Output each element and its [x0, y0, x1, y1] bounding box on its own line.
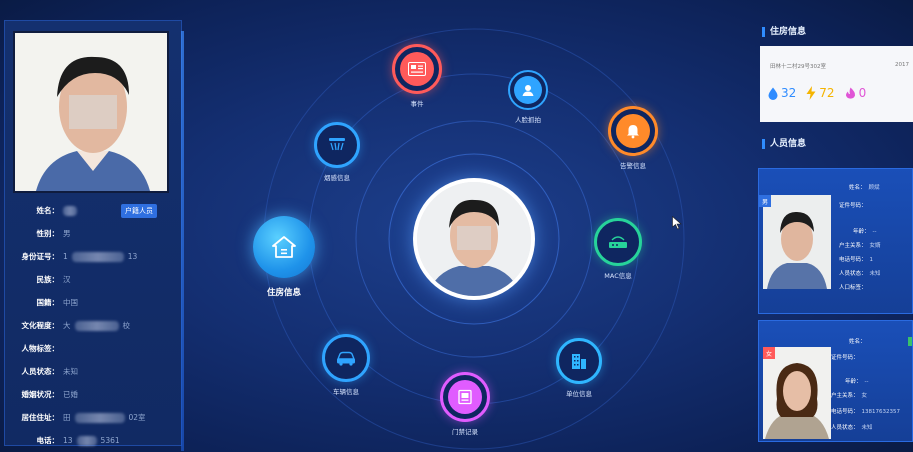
info-row-phone: 电话： 13 5361	[36, 435, 120, 446]
status-indicator	[908, 337, 912, 346]
gender-badge-1: 男	[759, 195, 771, 207]
utility-stats: 32 72 0	[768, 86, 866, 100]
info-row-id: 身份证号： 1 13	[21, 251, 138, 262]
node-unit[interactable]: 单位信息	[556, 338, 602, 398]
node-smoke-sensor[interactable]: 烟感信息	[314, 122, 360, 182]
blurred-education	[74, 320, 119, 331]
smoke-detector-icon	[329, 138, 345, 151]
bell-icon	[627, 125, 639, 139]
resident-tag-button[interactable]: 户籍人员	[121, 203, 157, 218]
node-face-capture[interactable]: 人脸抓拍	[508, 70, 548, 124]
info-row-education: 文化程度： 大 校	[21, 320, 130, 331]
housing-year: 2017	[895, 62, 909, 68]
gender-badge-2: 女	[763, 347, 775, 359]
lightning-icon	[806, 86, 816, 100]
gas-stat: 0	[845, 86, 866, 100]
profile-panel: 姓名： 户籍人员 性别： 男 身份证号： 1 13 民族： 汉 国籍： 中国 文…	[4, 20, 184, 451]
node-alert[interactable]: 告警信息	[608, 106, 658, 170]
info-row-status: 人员状态： 未知	[21, 367, 79, 376]
face-scan-icon	[522, 85, 534, 96]
housing-section-title: 住房信息	[758, 24, 913, 40]
node-vehicle[interactable]: 车辆信息	[322, 334, 370, 396]
profile-info-list: 姓名： 户籍人员 性别： 男 身份证号： 1 13 民族： 汉 国籍： 中国 文…	[5, 199, 183, 452]
right-panel: 住房信息 田林十二村29号302室 2017 32 72 0 人员信息 男 姓名…	[758, 24, 913, 452]
screen: 姓名： 户籍人员 性别： 男 身份证号： 1 13 民族： 汉 国籍： 中国 文…	[0, 0, 913, 452]
node-housing[interactable]: 住房信息	[253, 216, 315, 298]
info-row-address: 居住住址： 田 02室	[21, 412, 146, 423]
router-icon	[609, 236, 627, 248]
info-row-person-tag: 人物标签：	[21, 344, 60, 353]
person-1-photo	[763, 195, 831, 289]
blurred-name	[63, 205, 77, 216]
person-card-1[interactable]: 男 姓名： 顾斌 证件号码： 年龄： -- 户主关系： 女婿 电话号码： 1 人员状态：…	[758, 168, 913, 314]
mouse-cursor-icon	[672, 216, 682, 230]
power-stat: 72	[806, 86, 835, 100]
house-icon	[272, 236, 296, 258]
info-row-ethnicity: 民族： 汉	[36, 275, 71, 284]
blurred-id	[71, 251, 124, 262]
info-row-marital: 婚姻状况： 已婚	[21, 390, 79, 399]
car-icon	[336, 351, 356, 366]
id-card-icon	[408, 62, 426, 76]
info-row-gender: 性别： 男	[36, 229, 71, 238]
center-person-photo	[413, 178, 535, 300]
blurred-address	[74, 412, 125, 423]
water-drop-icon	[768, 87, 778, 100]
node-event[interactable]: 事件	[392, 44, 442, 108]
profile-photo	[13, 31, 169, 193]
building-icon	[572, 354, 586, 369]
node-mac[interactable]: MAC信息	[594, 218, 642, 280]
housing-card[interactable]: 田林十二村29号302室 2017 32 72 0	[760, 46, 913, 122]
housing-address: 田林十二村29号302室	[770, 64, 826, 70]
info-row-nationality: 国籍： 中国	[36, 298, 79, 307]
node-access-records[interactable]: 门禁记录	[440, 372, 490, 436]
flame-icon	[845, 87, 855, 99]
person-2-photo	[763, 347, 831, 439]
info-row-name: 姓名： 户籍人员	[5, 199, 183, 222]
door-access-icon	[458, 389, 472, 405]
blurred-phone	[76, 435, 97, 446]
water-stat: 32	[768, 86, 796, 100]
persons-section-title: 人员信息	[758, 136, 913, 152]
person-card-2[interactable]: 女 姓名： 证件号码： 年龄： -- 户主关系：女 电话号码： 1381763235…	[758, 320, 913, 442]
